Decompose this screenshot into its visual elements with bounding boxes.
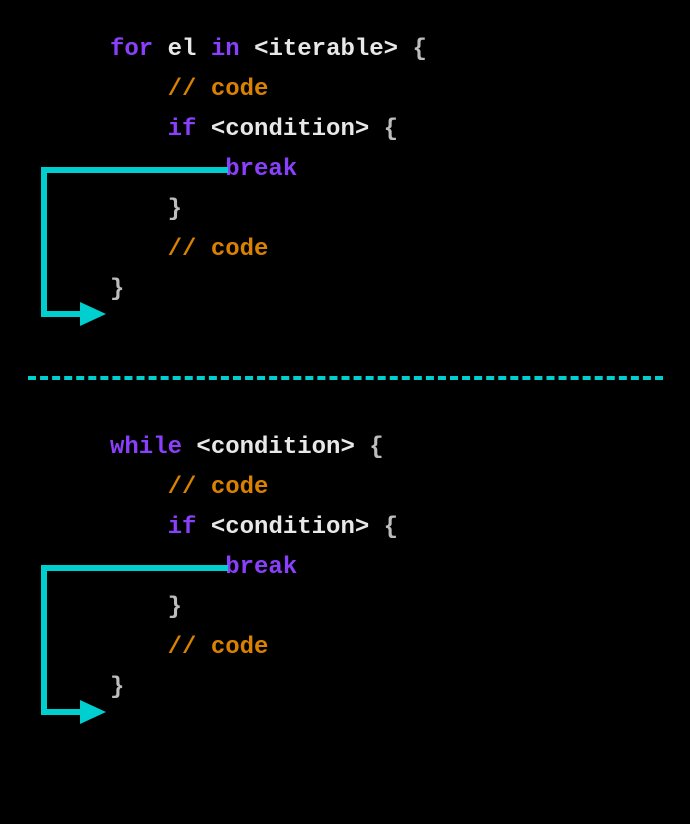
for-el: el (168, 36, 197, 63)
break-arrow-for (38, 164, 238, 342)
for-line-3: if <condition> { (110, 110, 427, 150)
if-keyword: if (168, 514, 197, 541)
if-condition: <condition> (211, 116, 369, 143)
while-condition: <condition> (196, 434, 354, 461)
while-line-1: while <condition> { (110, 428, 398, 468)
for-iter: <iterable> (254, 36, 398, 63)
while-line-2: // code (110, 468, 398, 508)
if-keyword: if (168, 116, 197, 143)
brace-open: { (369, 514, 398, 541)
for-line-2: // code (110, 70, 427, 110)
brace-open: { (355, 434, 384, 461)
while-keyword: while (110, 434, 182, 461)
brace-open: { (398, 36, 427, 63)
if-condition: <condition> (211, 514, 369, 541)
in-keyword: in (211, 36, 240, 63)
for-keyword: for (110, 36, 153, 63)
break-arrow-while (38, 562, 238, 740)
code-comment: // code (168, 76, 269, 103)
for-line-1: for el in <iterable> { (110, 30, 427, 70)
brace-open: { (369, 116, 398, 143)
code-comment: // code (168, 474, 269, 501)
divider-line (28, 376, 663, 380)
while-line-3: if <condition> { (110, 508, 398, 548)
